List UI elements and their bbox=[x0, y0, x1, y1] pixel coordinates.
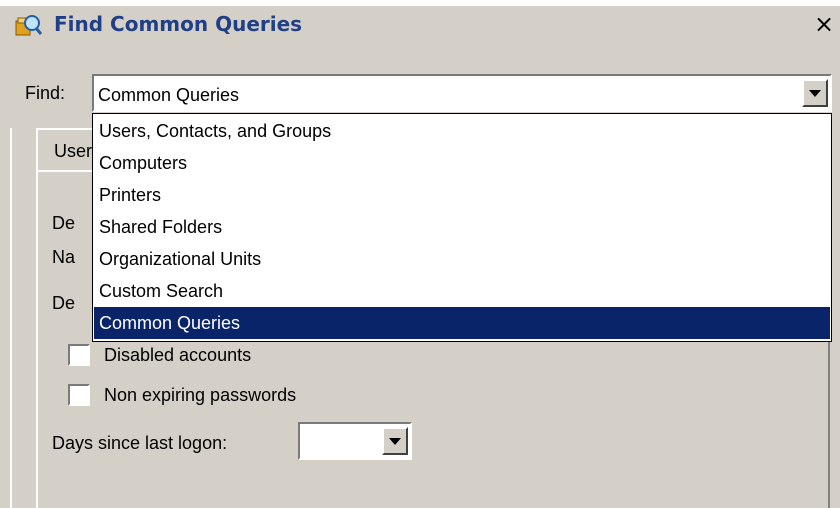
days-since-logon-combobox[interactable] bbox=[298, 422, 412, 460]
find-queries-icon bbox=[15, 15, 42, 36]
find-dropdown-button[interactable] bbox=[802, 79, 828, 107]
dropdown-option-users-contacts-groups[interactable]: Users, Contacts, and Groups bbox=[94, 115, 830, 147]
dropdown-option-organizational-units[interactable]: Organizational Units bbox=[94, 243, 830, 275]
disabled-accounts-label: Disabled accounts bbox=[104, 345, 252, 365]
non-expiring-passwords-checkbox[interactable] bbox=[68, 384, 90, 406]
chevron-down-icon bbox=[809, 90, 821, 97]
tab-users-label: User bbox=[54, 141, 93, 161]
days-since-logon-label: Days since last logon: bbox=[52, 433, 228, 453]
dropdown-option-computers[interactable]: Computers bbox=[94, 147, 830, 179]
days-dropdown-button[interactable] bbox=[382, 427, 408, 455]
find-common-queries-dialog: Find Common Queries × Find: Common Queri… bbox=[0, 0, 840, 508]
non-expiring-passwords-label: Non expiring passwords bbox=[104, 385, 297, 405]
find-dropdown-list: Users, Contacts, and Groups Computers Pr… bbox=[92, 113, 832, 342]
disabled-accounts-checkbox[interactable] bbox=[68, 344, 90, 366]
left-panel-edge bbox=[10, 128, 12, 508]
description-label: De bbox=[52, 293, 76, 313]
dropdown-option-shared-folders[interactable]: Shared Folders bbox=[94, 211, 830, 243]
window-title: Find Common Queries bbox=[54, 12, 303, 36]
find-combobox-value: Common Queries bbox=[98, 85, 240, 105]
find-label: Find: bbox=[25, 83, 66, 103]
dropdown-option-custom-search[interactable]: Custom Search bbox=[94, 275, 830, 307]
name-label: De bbox=[52, 213, 76, 233]
close-icon[interactable]: × bbox=[814, 9, 840, 39]
dropdown-option-common-queries[interactable]: Common Queries bbox=[94, 307, 830, 339]
title-bar: Find Common Queries × bbox=[0, 0, 840, 42]
find-combobox[interactable]: Common Queries bbox=[92, 74, 832, 112]
chevron-down-icon bbox=[389, 438, 401, 445]
name-field-label: Na bbox=[52, 247, 76, 267]
dropdown-option-printers[interactable]: Printers bbox=[94, 179, 830, 211]
